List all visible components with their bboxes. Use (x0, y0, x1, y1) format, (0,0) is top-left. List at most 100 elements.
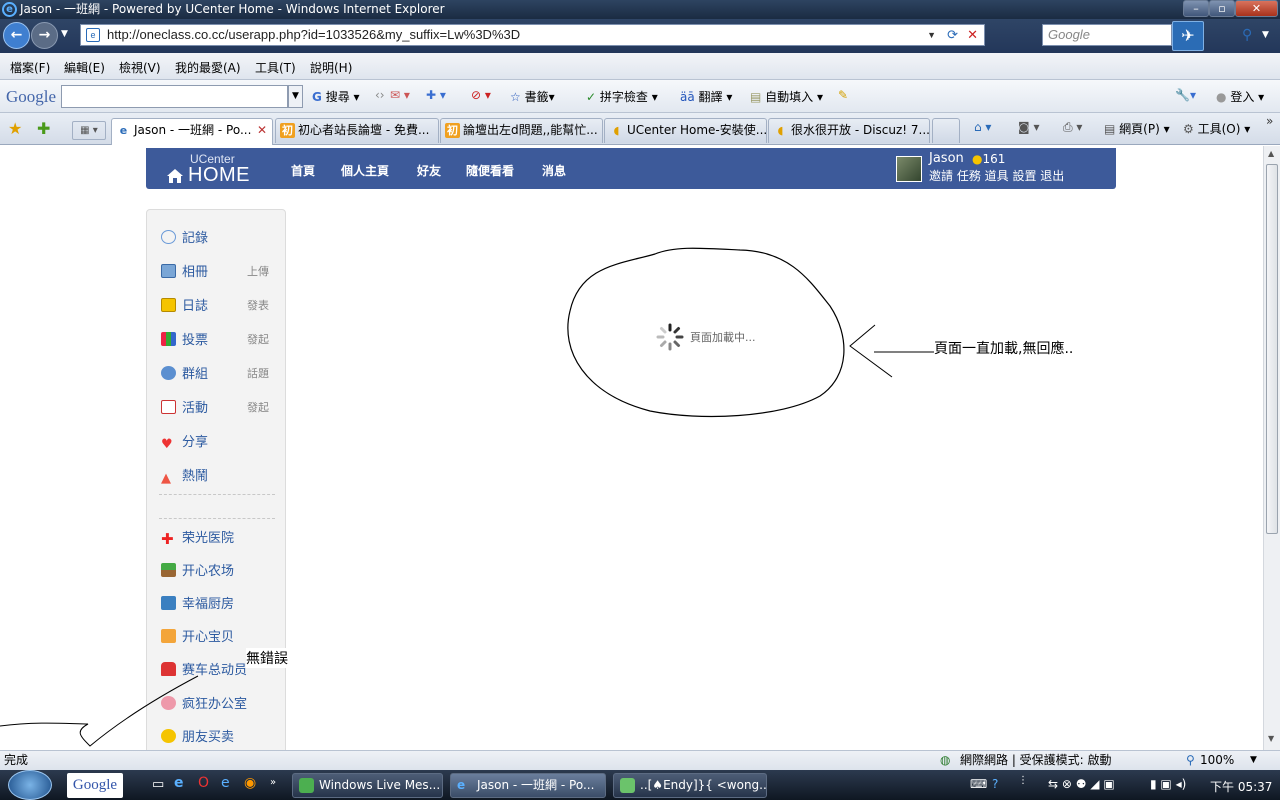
autofill-button[interactable]: ▤ 自動填入 ▾ (750, 88, 823, 105)
tray-arrow-icon[interactable]: ⋮ (1018, 775, 1028, 786)
url-text: http://oneclass.co.cc/userapp.php?id=103… (107, 27, 521, 42)
google-search-button[interactable]: G 搜尋 ▾ (312, 88, 360, 105)
msn-icon (299, 778, 314, 793)
zoom-dropdown-icon[interactable]: ▼ (1250, 751, 1257, 769)
help-icon[interactable]: ? (992, 777, 998, 791)
chat-icon (620, 778, 635, 793)
scroll-down-icon[interactable]: ▼ (1268, 734, 1274, 743)
scroll-up-icon[interactable]: ▲ (1268, 149, 1274, 158)
clock[interactable]: 下午 05:37 (1210, 778, 1272, 795)
google-search-input[interactable] (61, 85, 288, 108)
tray-icons[interactable]: ⇆ ⊗ ⚉ ◢ ▣ (1048, 777, 1115, 791)
search-provider-icon[interactable]: ✈ (1172, 21, 1204, 51)
favorites-star-icon[interactable]: ★ (8, 119, 22, 138)
wrench-icon[interactable]: 🔧▾ (1175, 88, 1196, 102)
keyboard-icon[interactable]: ⌨ (970, 777, 987, 791)
ie-alt-icon[interactable]: e (221, 775, 230, 791)
new-tab-button[interactable] (932, 118, 960, 143)
page-content: UCenter HOME 首頁 個人主頁 好友 隨便看看 消息 Jason ●1… (0, 146, 1263, 750)
share-icon[interactable]: ✉ ▾ (390, 88, 410, 102)
bookmarks-button[interactable]: ☆ 書籤▾ (510, 88, 555, 105)
vertical-scrollbar[interactable]: ▲ ▼ (1263, 146, 1280, 750)
history-dropdown-icon[interactable]: ▼ (61, 29, 68, 39)
network-volume-icons[interactable]: ▮ ▣ ◂) (1150, 777, 1186, 791)
tab-jason[interactable]: e Jason - 一班網 - Po... ✕ (111, 118, 273, 145)
rss-feed-icon[interactable]: ◙ ▾ (1018, 120, 1039, 134)
highlighter-icon[interactable]: ✎ (838, 88, 848, 102)
minimize-button[interactable]: – (1183, 0, 1209, 17)
status-bar: 完成 ◍ 網際網路 | 受保護模式: 啟動 ⚲ 100% ▼ (0, 750, 1280, 770)
show-desktop-icon[interactable]: ▭ (152, 777, 164, 792)
tab-forum-problem[interactable]: 初 論壇出左d問題,,能幫忙... (440, 118, 603, 143)
close-window-button[interactable]: ✕ (1235, 0, 1278, 17)
no-error-annotation-note: 無錯誤 (246, 648, 288, 668)
quicklaunch-more-icon[interactable]: » (270, 777, 276, 788)
ie-page-icon: e (119, 124, 128, 137)
menu-edit[interactable]: 編輯(E) (64, 59, 105, 76)
tools-menu-button[interactable]: ⚙ 工具(O) ▾ (1183, 120, 1250, 137)
forum-favicon-icon: 初 (445, 123, 460, 138)
menu-help[interactable]: 說明(H) (310, 59, 352, 76)
security-zone[interactable]: 網際網路 | 受保護模式: 啟動 (960, 751, 1112, 769)
google-deskbar[interactable]: Google (67, 773, 123, 798)
address-row: ← → ▼ e http://oneclass.co.cc/userapp.ph… (0, 19, 1280, 53)
tab-newbie-forum[interactable]: 初 初心者站長論壇 - 免費... (275, 118, 439, 143)
status-text: 完成 (4, 753, 29, 767)
menu-favorites[interactable]: 我的最愛(A) (175, 59, 241, 76)
ie-taskbar-icon: e (457, 778, 466, 792)
address-bar[interactable]: e http://oneclass.co.cc/userapp.php?id=1… (80, 24, 985, 46)
home-icon[interactable]: ⌂ ▾ (974, 120, 991, 134)
opera-icon[interactable]: O (198, 775, 209, 791)
more-chevron-icon[interactable]: » (1266, 114, 1273, 128)
start-button[interactable] (8, 770, 52, 800)
page-icon: e (86, 28, 100, 42)
quick-tabs-icon[interactable]: ▦ ▾ (72, 121, 106, 140)
ie-quicklaunch-icon[interactable]: e (174, 775, 184, 791)
zoom-level[interactable]: 100% (1200, 751, 1234, 769)
window-title: Jason - 一班網 - Powered by UCenter Home - … (20, 2, 445, 16)
search-icon[interactable]: ⚲ (1242, 27, 1252, 43)
toolbar-separator: ‹› (375, 88, 385, 102)
tab-row: ★ ✚ ▦ ▾ e Jason - 一班網 - Po... ✕ 初 初心者站長論… (0, 113, 1280, 145)
annotation-drawing (0, 247, 934, 747)
menu-view[interactable]: 檢視(V) (119, 59, 161, 76)
menu-bar: 檔案(F) 編輯(E) 檢視(V) 我的最愛(A) 工具(T) 說明(H) (0, 53, 1280, 80)
maximize-button[interactable]: ▫ (1209, 0, 1235, 17)
search-box[interactable]: Google (1042, 24, 1172, 46)
add-icon[interactable]: ✚ ▾ (426, 88, 446, 102)
page-menu-button[interactable]: ▤ 網頁(P) ▾ (1104, 120, 1170, 137)
back-button[interactable]: ← (3, 22, 30, 49)
taskbar-chat[interactable]: ..[♠Endy]}{ <wong... (613, 773, 767, 798)
forum-favicon-icon: 初 (280, 123, 295, 138)
firefox-icon[interactable]: ◉ (244, 775, 256, 791)
stop-icon[interactable]: ✕ (967, 25, 978, 45)
address-dropdown-icon[interactable]: ▼ (927, 25, 936, 45)
menu-file[interactable]: 檔案(F) (10, 59, 50, 76)
refresh-icon[interactable]: ⟳ (947, 25, 958, 45)
zoom-icon: ⚲ (1186, 753, 1195, 767)
translate-button[interactable]: äā 翻譯 ▾ (680, 88, 732, 105)
ie-logo-icon: e (2, 2, 17, 17)
taskbar-ie[interactable]: e Jason - 一班網 - Po... (450, 773, 606, 798)
ucenter-favicon-icon: ◖ (613, 124, 620, 137)
add-favorites-icon[interactable]: ✚ (37, 119, 50, 138)
print-icon[interactable]: ⎙ ▾ (1063, 120, 1082, 135)
discuz-favicon-icon: ◖ (777, 124, 784, 137)
google-search-dropdown[interactable]: ▼ (288, 85, 303, 108)
loading-annotation-note: 頁面一直加載,無回應.. (934, 338, 1074, 358)
google-toolbar-logo: Google (6, 87, 57, 106)
spellcheck-button[interactable]: ✓ 拼字檢查 ▾ (586, 88, 658, 105)
sign-in-button[interactable]: ● 登入 ▾ (1216, 88, 1264, 105)
popup-blocker-icon[interactable]: ⊘ ▾ (471, 88, 491, 102)
tab-ucenter-install[interactable]: ◖ UCenter Home-安裝使... (604, 118, 767, 143)
search-options-icon[interactable]: ▼ (1262, 30, 1269, 40)
window-title-bar: e Jason - 一班網 - Powered by UCenter Home … (0, 0, 1280, 19)
taskbar-msn[interactable]: Windows Live Mes... (292, 773, 443, 798)
close-tab-icon[interactable]: ✕ (257, 119, 267, 142)
scroll-thumb[interactable] (1266, 164, 1278, 534)
taskbar: Google ▭ e O e ◉ » Windows Live Mes... e… (0, 770, 1280, 800)
menu-tools[interactable]: 工具(T) (255, 59, 296, 76)
google-toolbar: Google ▼ G 搜尋 ▾ ‹› ✉ ▾ ✚ ▾ ⊘ ▾ ☆ 書籤▾ ✓ 拼… (0, 80, 1280, 113)
forward-button[interactable]: → (31, 22, 58, 49)
tab-discuz[interactable]: ◖ 很水很开放 - Discuz! 7.... (768, 118, 930, 143)
